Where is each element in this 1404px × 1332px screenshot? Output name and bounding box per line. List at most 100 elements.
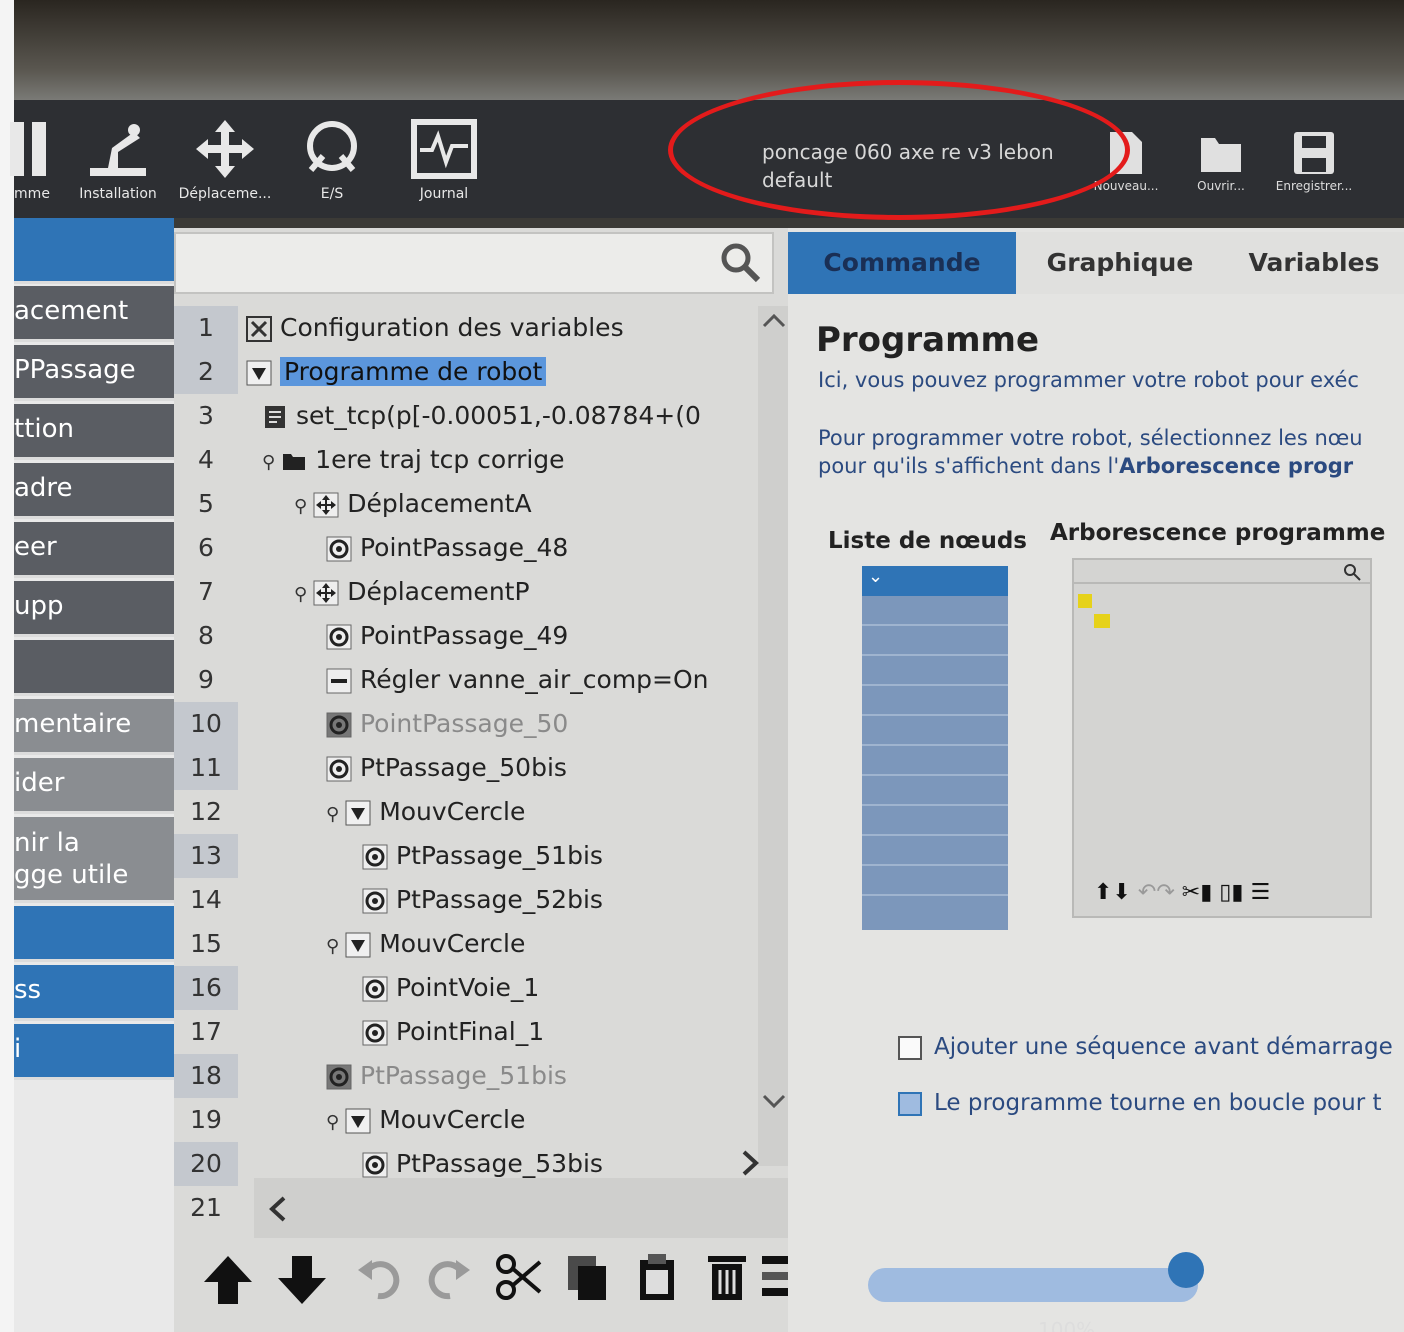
tree-node[interactable]: Configuration des variables — [246, 306, 624, 350]
list-item[interactable] — [862, 776, 1008, 806]
move-up-icon[interactable] — [200, 1252, 256, 1308]
tree-node[interactable]: ⚲ MouvCercle — [326, 1098, 525, 1142]
breakpoint-icon[interactable]: ⚲ — [326, 1101, 339, 1145]
collapse-icon[interactable] — [1078, 594, 1092, 608]
list-item[interactable] — [862, 716, 1008, 746]
sidebar-item-popup[interactable]: upp — [14, 581, 174, 637]
scroll-right-icon[interactable] — [734, 1148, 764, 1178]
mini-program-tree[interactable]: ⬆⬇ ↶↷ ✂▮ ▯▮ ☰ — [1072, 558, 1372, 918]
undo-icon[interactable]: ↶ — [1138, 880, 1156, 905]
redo-icon[interactable]: ↷ — [1156, 880, 1174, 905]
sidebar-item-commentaire[interactable]: mentaire — [14, 699, 174, 755]
tree-node[interactable]: PointPassage_48 — [326, 526, 568, 570]
sidebar-item-regler[interactable]: eer — [14, 522, 174, 578]
tree-search-input[interactable] — [174, 232, 774, 294]
tab-variables[interactable]: Variables — [1224, 232, 1404, 294]
tree-node[interactable]: PointVoie_1 — [362, 966, 539, 1010]
collapse-icon[interactable] — [345, 1108, 371, 1134]
tree-horizontal-scrollbar[interactable] — [254, 1150, 794, 1238]
sidebar-item-deplacement[interactable]: acement — [14, 286, 174, 342]
tab-log[interactable]: Journal — [404, 118, 484, 202]
tree-node[interactable]: Programme de robot — [246, 350, 547, 394]
paste-icon[interactable] — [634, 1252, 680, 1302]
breakpoint-icon[interactable]: ⚲ — [326, 793, 339, 837]
list-item[interactable] — [862, 596, 1008, 626]
tree-node[interactable]: PointFinal_1 — [362, 1010, 544, 1054]
move-down-icon[interactable] — [274, 1252, 330, 1308]
tree-vertical-scrollbar[interactable] — [758, 306, 790, 1166]
tree-node[interactable]: ⚲ MouvCercle — [326, 922, 525, 966]
list-item[interactable] — [862, 686, 1008, 716]
list-item[interactable] — [862, 866, 1008, 896]
tab-move[interactable]: Déplaceme... — [170, 118, 280, 202]
tree-node[interactable]: ⚲ DéplacementP — [294, 570, 530, 614]
breakpoint-icon[interactable]: ⚲ — [294, 573, 307, 617]
list-item[interactable] — [862, 836, 1008, 866]
copy-icon[interactable]: ▮ — [1200, 880, 1212, 905]
tree-node[interactable]: PointPassage_49 — [326, 614, 568, 658]
checkbox-checked[interactable] — [898, 1091, 922, 1116]
search-icon[interactable] — [716, 238, 764, 286]
node-list-dropdown[interactable]: ⌄ — [862, 566, 1008, 596]
node-list[interactable]: ⌄ — [862, 566, 1008, 930]
tree-node[interactable]: PtPassage_51bis — [362, 834, 603, 878]
collapse-icon[interactable] — [246, 360, 272, 386]
tab-graphique[interactable]: Graphique — [1016, 232, 1224, 294]
suppress-icon[interactable]: ☰ — [1251, 880, 1271, 905]
sidebar-item-misc[interactable]: i — [14, 1024, 174, 1080]
collapse-icon[interactable] — [345, 932, 371, 958]
tree-node[interactable]: PtPassage_51bis — [326, 1054, 567, 1098]
list-item[interactable] — [862, 746, 1008, 776]
scroll-up-icon[interactable] — [758, 306, 790, 336]
tree-node[interactable]: ⚲ DéplacementA — [294, 482, 532, 526]
list-item[interactable] — [862, 626, 1008, 656]
tab-commande[interactable]: Commande — [788, 232, 1016, 294]
tree-node[interactable]: Régler vanne_air_comp=On — [326, 658, 709, 702]
tree-node[interactable]: ⚲ 1ere traj tcp corrige — [262, 438, 565, 482]
collapse-icon[interactable] — [345, 800, 371, 826]
breakpoint-icon[interactable]: ⚲ — [262, 441, 275, 485]
delete-icon[interactable] — [704, 1252, 750, 1302]
scroll-left-icon[interactable] — [264, 1194, 294, 1224]
mini-tree-search[interactable] — [1074, 560, 1370, 584]
cut-icon[interactable] — [494, 1252, 544, 1302]
sidebar-item-direction[interactable]: ttion — [14, 404, 174, 460]
paste-icon[interactable]: ▯ — [1219, 880, 1231, 905]
list-item[interactable] — [862, 656, 1008, 686]
tab-installation[interactable]: Installation — [68, 118, 168, 202]
sidebar-item-pointpassage[interactable]: PPassage — [14, 345, 174, 401]
sidebar-item-attendre[interactable]: adre — [14, 463, 174, 519]
move-down-icon[interactable]: ⬇ — [1112, 880, 1130, 905]
open-button[interactable]: Ouvrir... — [1186, 130, 1256, 193]
save-button[interactable]: Enregistrer... — [1264, 130, 1364, 193]
program-tree[interactable]: Configuration des variables Programme de … — [238, 306, 758, 1196]
move-up-icon[interactable]: ⬆ — [1094, 880, 1112, 905]
breakpoint-icon[interactable]: ⚲ — [294, 485, 307, 529]
speed-slider-track[interactable] — [868, 1268, 1198, 1302]
search-icon[interactable] — [1342, 562, 1362, 582]
tab-io[interactable]: E/S — [292, 118, 372, 202]
sidebar-item-urcaps[interactable]: ss — [14, 965, 174, 1021]
tree-node[interactable]: PointPassage_50 — [326, 702, 568, 746]
redo-icon[interactable] — [424, 1252, 474, 1302]
tree-node[interactable]: PtPassage_52bis — [362, 878, 603, 922]
list-item[interactable] — [862, 806, 1008, 836]
delete-icon[interactable]: ▮ — [1231, 880, 1243, 905]
tree-node[interactable]: PtPassage_50bis — [326, 746, 567, 790]
copy-icon[interactable] — [564, 1252, 610, 1302]
tree-node[interactable]: ⚲ MouvCercle — [326, 790, 525, 834]
sidebar-item-blank[interactable] — [14, 640, 174, 696]
undo-icon[interactable] — [354, 1252, 404, 1302]
speed-slider-handle[interactable] — [1168, 1252, 1204, 1288]
add-before-start-checkbox[interactable]: Ajouter une séquence avant démarrage — [898, 1034, 1393, 1060]
sidebar-item-dossier[interactable]: ider — [14, 758, 174, 814]
breakpoint-icon[interactable]: ⚲ — [326, 925, 339, 969]
checkbox-unchecked[interactable] — [898, 1035, 922, 1060]
tree-node[interactable]: set_tcp(p[-0.00051,-0.08784+(0 — [262, 394, 701, 438]
tab-program[interactable]: mme — [4, 118, 60, 202]
sidebar-item-advanced[interactable] — [14, 906, 174, 962]
sidebar-item-payload[interactable]: nir la gge utile — [14, 817, 174, 903]
cut-icon[interactable]: ✂ — [1182, 880, 1200, 905]
scroll-down-icon[interactable] — [758, 1086, 790, 1116]
loop-forever-checkbox[interactable]: Le programme tourne en boucle pour t — [898, 1090, 1382, 1116]
